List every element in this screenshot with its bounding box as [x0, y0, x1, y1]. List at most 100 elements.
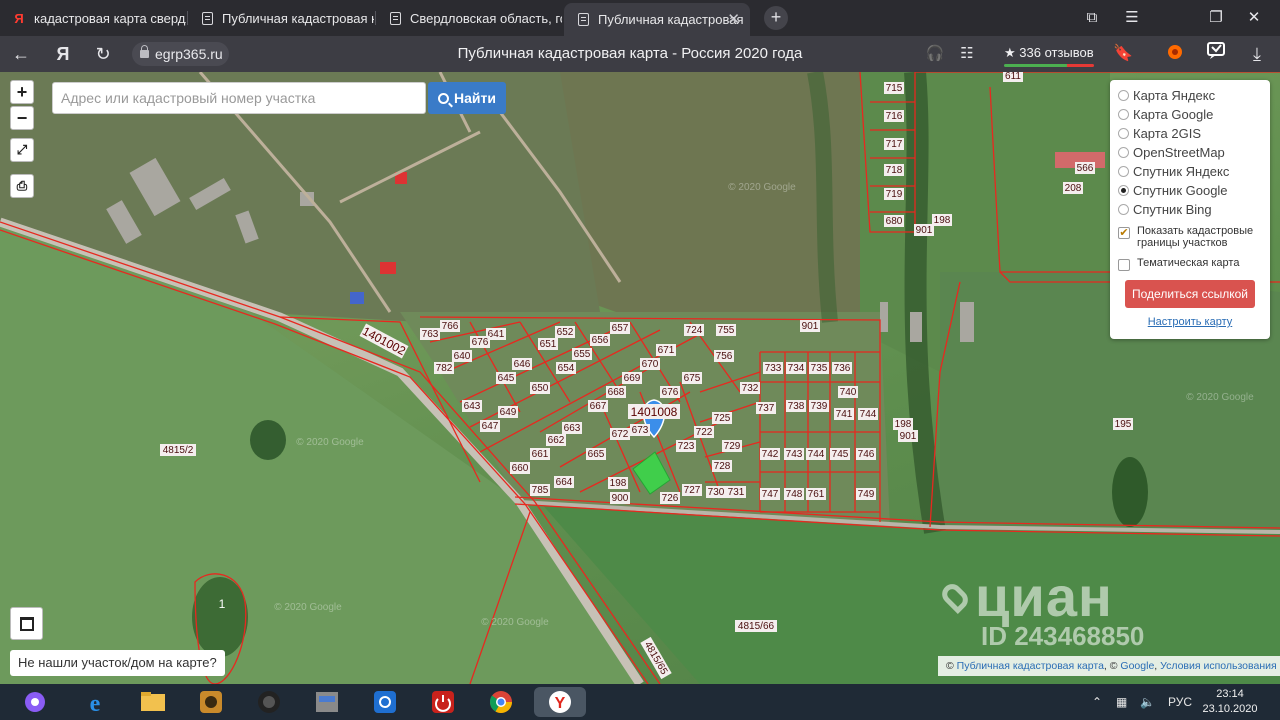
archive-app-icon[interactable]: [312, 687, 342, 717]
cadastral-map-link[interactable]: Публичная кадастровая карта: [957, 660, 1104, 672]
yandex-home-button[interactable]: Я: [50, 41, 76, 67]
download-icon[interactable]: ⤓: [1244, 41, 1270, 67]
layer-yandex-map[interactable]: Карта Яндекс: [1118, 86, 1262, 105]
parcel-label: 645: [498, 373, 515, 384]
parcel-label: 652: [557, 327, 574, 338]
parcel-label: 198: [610, 478, 627, 489]
radio-button[interactable]: [1118, 166, 1129, 177]
google-link[interactable]: Google: [1120, 660, 1154, 672]
chat-extension-icon[interactable]: [1204, 41, 1230, 67]
parcel-label: 901: [802, 321, 819, 332]
fullscreen-icon[interactable]: ⤢: [10, 138, 34, 162]
parcel-label: 646: [514, 359, 531, 370]
document-icon: [576, 13, 590, 27]
zoom-in-button[interactable]: +: [10, 80, 34, 104]
show-borders-checkbox[interactable]: ✔: [1118, 227, 1130, 239]
not-found-link[interactable]: Не нашли участок/дом на карте?: [10, 650, 225, 676]
show-borders-option[interactable]: ✔ Показать кадастровые границы участков: [1118, 225, 1262, 249]
clock-time: 23:14: [1216, 688, 1244, 700]
new-tab-button[interactable]: +: [764, 6, 788, 30]
parcel-label: 640: [454, 351, 471, 362]
settings-app-icon[interactable]: [370, 687, 400, 717]
select-area-button[interactable]: [10, 607, 43, 640]
layer-yandex-satellite[interactable]: Спутник Яндекс: [1118, 162, 1262, 181]
layer-google-satellite[interactable]: Спутник Google: [1118, 181, 1262, 200]
close-window-icon[interactable]: ✕: [1242, 6, 1266, 30]
parcel-label: 716: [886, 111, 903, 122]
search-button[interactable]: Найти: [428, 82, 506, 114]
terms-of-use-link[interactable]: Условия использования: [1160, 660, 1277, 672]
volume-icon[interactable]: 🔈: [1140, 684, 1155, 720]
parcel-label: 4815/2: [163, 445, 194, 456]
parcel-label: 566: [1077, 163, 1094, 174]
file-explorer-icon[interactable]: [138, 687, 168, 717]
parcel-label: 663: [564, 423, 581, 434]
search-input[interactable]: [52, 82, 426, 114]
url-field[interactable]: egrp365.ru: [132, 42, 229, 66]
parcel-label: 643: [464, 401, 481, 412]
reload-icon[interactable]: ↻: [90, 41, 116, 67]
layer-2gis-map[interactable]: Карта 2GIS: [1118, 124, 1262, 143]
tree-cluster: [1112, 457, 1148, 527]
restore-window-icon[interactable]: ❐: [1204, 6, 1228, 30]
radio-button[interactable]: [1118, 109, 1129, 120]
extension-icon[interactable]: [1162, 41, 1188, 67]
radio-button-selected[interactable]: [1118, 185, 1129, 196]
radio-button[interactable]: [1118, 128, 1129, 139]
parcel-label: 738: [788, 401, 805, 412]
document-icon: [200, 11, 214, 25]
thematic-map-checkbox[interactable]: [1118, 259, 1130, 271]
tab-cadastral-map-1[interactable]: Публичная кадастровая к: [188, 3, 374, 33]
parcel-label: 782: [436, 363, 453, 374]
menu-icon[interactable]: ☰: [1120, 6, 1144, 30]
parcel-label: 900: [612, 493, 629, 504]
parcel-label: 656: [592, 335, 609, 346]
map-viewport[interactable]: 715 716 717 718 719 680 901 198 566 208 …: [0, 72, 1280, 684]
chrome-icon[interactable]: [486, 687, 516, 717]
zoom-out-button[interactable]: −: [10, 106, 34, 130]
print-icon[interactable]: ⎙: [10, 174, 34, 198]
language-indicator[interactable]: РУС: [1168, 684, 1192, 720]
show-hidden-icons[interactable]: ⌃: [1092, 684, 1102, 720]
layer-bing-satellite[interactable]: Спутник Bing: [1118, 200, 1262, 219]
layer-openstreetmap[interactable]: OpenStreetMap: [1118, 143, 1262, 162]
tab-cadastral-map-active[interactable]: Публичная кадастровая ✕: [564, 3, 750, 36]
parcel-label: 732: [742, 383, 759, 394]
configure-map-link[interactable]: Настроить карту: [1118, 316, 1262, 328]
alice-app-icon[interactable]: [20, 687, 50, 717]
tab-yandex-search[interactable]: Я кадастровая карта свердл: [0, 3, 186, 33]
tab-sverdlovsk[interactable]: Свердловская область, гор: [376, 3, 562, 33]
radio-button[interactable]: [1118, 147, 1129, 158]
layer-label: Карта Яндекс: [1133, 88, 1216, 103]
close-tab-icon[interactable]: ✕: [727, 10, 740, 28]
parcel-label: 747: [762, 489, 779, 500]
radio-button[interactable]: [1118, 90, 1129, 101]
game-app-icon[interactable]: [196, 687, 226, 717]
parcel-label: 1: [219, 597, 226, 611]
speaker-app-icon[interactable]: [254, 687, 284, 717]
reviews-badge[interactable]: ★ 336 отзывов: [1004, 41, 1094, 67]
parcel-label: 657: [612, 323, 629, 334]
parcel-label: 730: [708, 487, 725, 498]
internet-explorer-icon[interactable]: e: [80, 687, 110, 717]
radio-button[interactable]: [1118, 204, 1129, 215]
parcel-label: 661: [532, 449, 549, 460]
map-attribution: © Публичная кадастровая карта, © Google,…: [938, 656, 1280, 676]
yandex-browser-icon[interactable]: Y: [534, 687, 586, 717]
bookmark-icon[interactable]: 🔖: [1110, 41, 1136, 67]
tab-bar: Я кадастровая карта свердл Публичная кад…: [0, 0, 1280, 36]
reader-mode-icon[interactable]: ☷: [954, 41, 980, 67]
tabs-list-icon[interactable]: ⧉: [1080, 6, 1104, 30]
thematic-map-option[interactable]: Тематическая карта: [1118, 257, 1262, 271]
layer-google-map[interactable]: Карта Google: [1118, 105, 1262, 124]
power-app-icon[interactable]: [428, 687, 458, 717]
share-link-button[interactable]: Поделиться ссылкой: [1125, 280, 1255, 308]
network-icon[interactable]: ▦: [1116, 684, 1127, 720]
fox-extension-icon: [1168, 45, 1182, 59]
back-button[interactable]: ←: [8, 41, 34, 67]
parcel-label: 756: [716, 351, 733, 362]
system-clock[interactable]: 23:14 23.10.2020: [1200, 687, 1260, 717]
parcel-label: 668: [608, 387, 625, 398]
headphones-icon[interactable]: 🎧: [922, 41, 948, 67]
parcel-label: 641: [488, 329, 505, 340]
